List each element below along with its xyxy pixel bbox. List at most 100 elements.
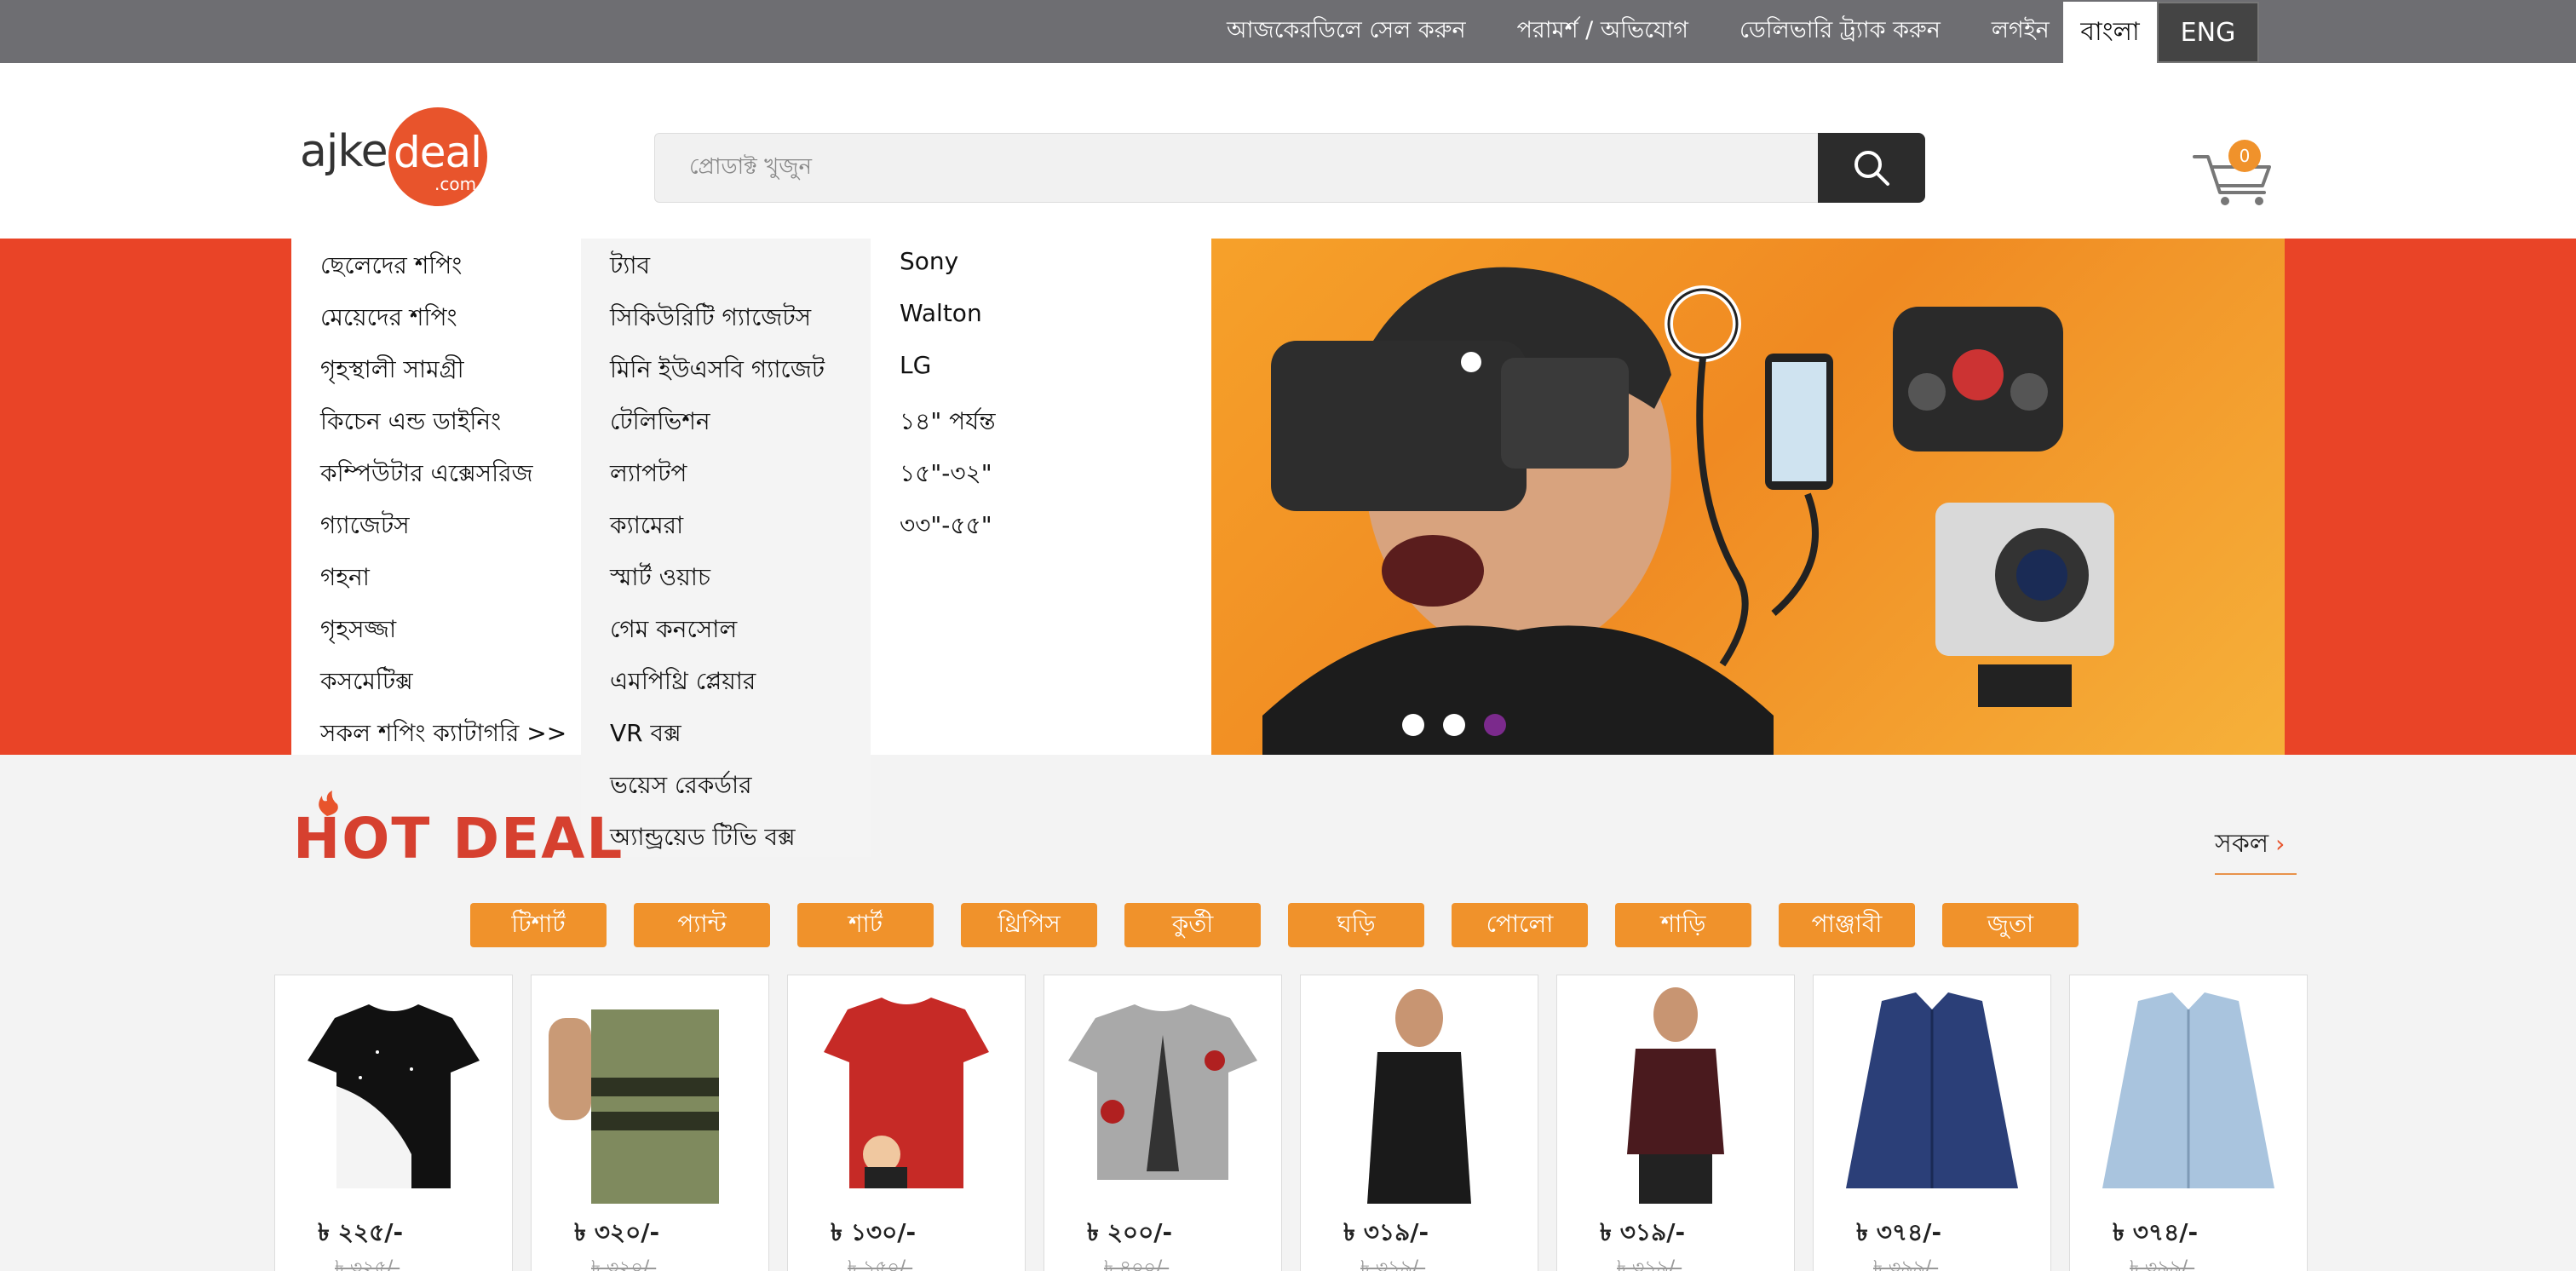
product-price: ৳ ২০০/- [1087, 1218, 1173, 1246]
cart-button[interactable]: 0 [2191, 140, 2276, 208]
hero-gadgets-image [1262, 267, 2114, 755]
product-card[interactable]: ৳ ৩২০/- ৳ ৩২০/- [531, 975, 769, 1271]
product-price: ৳ ৩৭৪/- [1856, 1218, 1942, 1246]
category-item-cosmetics[interactable]: কসমেটিক্স [320, 663, 413, 703]
chip-watch[interactable]: ঘড়ি [1288, 903, 1424, 947]
subcategory-item-camera[interactable]: ক্যামেরা [610, 507, 683, 547]
subcategory-menu: ট্যাব সিকিউরিটি গ্যাজেটস মিনি ইউএসবি গ্য… [581, 239, 871, 857]
chip-panjabi[interactable]: পাঞ্জাবী [1779, 903, 1915, 947]
sell-link[interactable]: আজকেরডিলে সেল করুন [1227, 13, 1466, 51]
product-image-tshirt-splash [308, 1004, 480, 1188]
category-item-womens-shopping[interactable]: মেয়েদের শপিং [320, 299, 457, 339]
product-price: ৳ ২২৫/- [318, 1218, 404, 1246]
product-old-price: ৳ ৪০০/- [1104, 1257, 1170, 1271]
product-old-price: ৳ ৩৯৯/- [2130, 1257, 2195, 1271]
chip-polo[interactable]: পোলো [1452, 903, 1588, 947]
subcategory-item-security-gadgets[interactable]: সিকিউরিটি গ্যাজেটস [610, 299, 811, 339]
product-old-price: ৳ ১৫০/- [848, 1257, 913, 1271]
chip-shirt[interactable]: শার্ট [797, 903, 934, 947]
product-card[interactable]: ৳ ৩৭৪/- ৳ ৩৯৯/- [1813, 975, 2051, 1271]
logo-text-deal: deal [394, 128, 482, 177]
product-old-price: ৳ ৩১৯/- [1360, 1257, 1426, 1271]
subcategory-item-mini-usb[interactable]: মিনি ইউএসবি গ্যাজেট [610, 351, 825, 391]
top-links: আজকেরডিলে সেল করুন পরামর্শ / অভিযোগ ডেলি… [1227, 0, 2101, 63]
lang-english-button[interactable]: ENG [2157, 2, 2259, 63]
chip-threepiece[interactable]: থ্রিপিস [961, 903, 1097, 947]
site-logo[interactable]: ajker deal .com [300, 107, 487, 206]
product-price: ৳ ৩১৯/- [1600, 1218, 1686, 1246]
chevron-right-icon: › [2275, 830, 2286, 858]
feedback-link[interactable]: পরামর্শ / অভিযোগ [1517, 13, 1688, 51]
slider-dot-3-active[interactable] [1484, 714, 1506, 736]
product-card[interactable]: ৳ ৩১৯/- ৳ ৩১৯/- [1300, 975, 1538, 1271]
product-card[interactable]: ৳ ৩১৯/- ৳ ৩১৯/- [1556, 975, 1795, 1271]
top-bar: আজকেরডিলে সেল করুন পরামর্শ / অভিযোগ ডেলি… [0, 0, 2576, 63]
search-icon [1854, 151, 1889, 186]
slider-dot-1[interactable] [1402, 714, 1424, 736]
chip-tshirt[interactable]: টিশার্ট [470, 903, 607, 947]
brand-item-walton[interactable]: Walton [900, 299, 982, 327]
brand-item-lg[interactable]: LG [900, 351, 931, 379]
subcategory-item-laptop[interactable]: ল্যাপটপ [610, 455, 687, 495]
chip-shoes[interactable]: জুতা [1942, 903, 2079, 947]
subcategory-item-tab[interactable]: ট্যাব [610, 247, 650, 287]
see-all-link[interactable]: সকল › [2215, 823, 2297, 875]
category-item-gadgets[interactable]: গ্যাজেটস [320, 507, 410, 547]
brand-item-up-to-14[interactable]: ১৪" পর্যন্ত [900, 403, 996, 443]
category-item-mens-shopping[interactable]: ছেলেদের শপিং [320, 247, 462, 287]
search-placeholder: প্রোডাক্ট খুজুন [689, 154, 812, 180]
product-image-red-tshirt [824, 998, 989, 1188]
product-old-price: ৳ ৩২৫/- [335, 1257, 400, 1271]
header: ajker deal .com প্রোডাক্ট খুজুন 0 [0, 63, 2576, 239]
chip-kurti[interactable]: কুর্তী [1124, 903, 1261, 947]
category-menu: ছেলেদের শপিং মেয়েদের শপিং গৃহস্থালী সাম… [291, 239, 581, 755]
brand-item-sony[interactable]: Sony [900, 247, 958, 275]
chip-pant[interactable]: প্যান্ট [634, 903, 770, 947]
subcategory-item-mp3-player[interactable]: এমপিথ্রি প্লেয়ার [610, 663, 756, 703]
chip-saree[interactable]: শাড়ি [1615, 903, 1751, 947]
product-old-price: ৳ ৩৯৯/- [1873, 1257, 1939, 1271]
product-price: ৳ ৩১৯/- [1343, 1218, 1429, 1246]
product-card[interactable]: ৳ ৩৭৪/- ৳ ৩৯৯/- [2069, 975, 2308, 1271]
category-item-computer-accessories[interactable]: কম্পিউটার এক্সেসরিজ [320, 455, 533, 495]
brand-menu: Sony Walton LG ১৪" পর্যন্ত ১৫"-৩২" ৩৩"-৫… [871, 239, 1211, 755]
category-item-home-decor[interactable]: গৃহসজ্জা [320, 611, 396, 651]
subcategory-item-smart-watch[interactable]: স্মার্ট ওয়াচ [610, 559, 710, 599]
category-item-all[interactable]: সকল শপিং ক্যাটাগরি >> [320, 715, 566, 755]
cart-count-badge: 0 [2228, 140, 2261, 172]
see-all-label: সকল [2215, 829, 2269, 859]
product-image-eiffel-tshirt [1068, 1004, 1257, 1180]
subcategory-item-television[interactable]: টেলিভিশন [610, 403, 710, 443]
flame-icon [319, 791, 338, 816]
product-old-price: ৳ ৩২০/- [591, 1257, 657, 1271]
hot-deal-title: HOT DEAL [293, 791, 624, 871]
product-old-price: ৳ ৩১৯/- [1617, 1257, 1682, 1271]
product-image-denim-shirt-navy [1846, 992, 2018, 1188]
search-input[interactable]: প্রোডাক্ট খুজুন [654, 133, 1821, 203]
logo-text-com: .com [434, 174, 477, 194]
category-item-household[interactable]: গৃহস্থালী সামগ্রী [320, 351, 464, 391]
subcategory-item-voice-recorder[interactable]: ভয়েস রেকর্ডার [610, 767, 752, 807]
brand-item-15-32[interactable]: ১৫"-৩২" [900, 455, 992, 495]
subcategory-item-android-tv-box[interactable]: অ্যান্ড্রয়েড টিভি বক্স [610, 819, 796, 859]
product-price: ৳ ১৩০/- [831, 1218, 917, 1246]
subcategory-item-game-console[interactable]: গেম কনসোল [610, 611, 737, 651]
brand-item-33-55[interactable]: ৩৩"-৫৫" [900, 507, 992, 547]
track-delivery-link[interactable]: ডেলিভারি ট্র্যাক করুন [1739, 13, 1941, 51]
product-card[interactable]: ৳ ২০০/- ৳ ৪০০/- [1044, 975, 1282, 1271]
lang-bangla-button[interactable]: বাংলা [2063, 2, 2157, 63]
subcategory-item-vr-box[interactable]: VR বক্স [610, 715, 681, 755]
search-button[interactable] [1818, 133, 1925, 203]
product-image-black-shirt-man [1367, 989, 1471, 1204]
product-card[interactable]: ৳ ১৩০/- ৳ ১৫০/- [787, 975, 1026, 1271]
category-item-kitchen[interactable]: কিচেন এন্ড ডাইনিং [320, 403, 501, 443]
login-link[interactable]: লগইন [1992, 13, 2050, 51]
category-item-jewelry[interactable]: গহনা [320, 559, 370, 599]
product-price: ৳ ৩২০/- [574, 1218, 660, 1246]
product-image-maroon-shirt-man [1627, 987, 1724, 1204]
product-image-striped-tshirt [549, 1009, 719, 1204]
slider-dot-2[interactable] [1443, 714, 1465, 736]
product-card[interactable]: ৳ ২২৫/- ৳ ৩২৫/- [274, 975, 513, 1271]
slider-dots [1402, 714, 1525, 736]
hero-banner[interactable] [1211, 239, 2285, 755]
